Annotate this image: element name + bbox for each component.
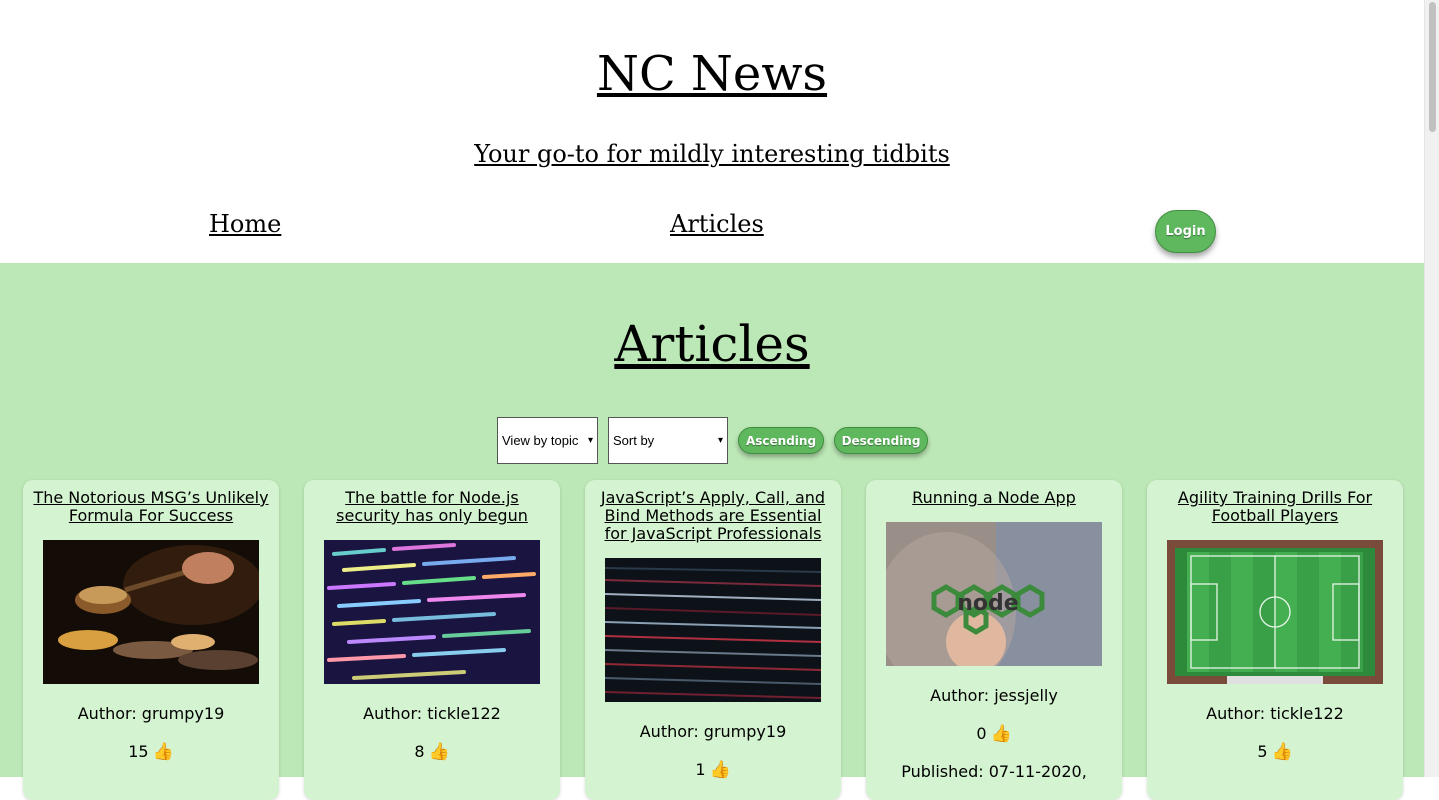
- thumbs-up-icon[interactable]: 👍: [153, 742, 174, 762]
- article-published-date: Published: 07-11-2020,: [901, 762, 1087, 781]
- code-screen-image[interactable]: [324, 540, 540, 684]
- article-votes: 15 👍: [23, 742, 279, 762]
- article-author: Author: grumpy19: [77, 704, 225, 723]
- thumbs-up-icon[interactable]: 👍: [429, 742, 450, 762]
- article-votes: 0 👍: [866, 724, 1122, 744]
- topic-select[interactable]: View by topic ▾: [497, 417, 598, 464]
- chevron-down-icon: ▾: [717, 435, 723, 446]
- login-button[interactable]: Login: [1155, 210, 1216, 253]
- ascending-button[interactable]: Ascending: [738, 427, 824, 454]
- page-title: Articles: [614, 315, 810, 373]
- article-title-link[interactable]: The battle for Node.js security has only…: [312, 489, 552, 525]
- scrollbar-thumb[interactable]: [1429, 2, 1436, 132]
- descending-button[interactable]: Descending: [834, 427, 928, 454]
- article-title-link[interactable]: JavaScript’s Apply, Call, and Bind Metho…: [593, 489, 833, 543]
- vote-count: 8: [414, 742, 425, 761]
- article-card: The Notorious MSG’s Unlikely Formula For…: [23, 480, 279, 800]
- sort-select[interactable]: Sort by ▾: [608, 417, 728, 464]
- nav-articles-link[interactable]: Articles: [670, 210, 764, 238]
- chevron-down-icon: ▾: [587, 435, 593, 446]
- site-header: NC News Your go-to for mildly interestin…: [0, 0, 1424, 263]
- svg-text:node: node: [957, 591, 1018, 616]
- article-votes: 1 👍: [585, 760, 841, 780]
- article-title-link[interactable]: Agility Training Drills For Football Pla…: [1155, 489, 1395, 525]
- article-card: Agility Training Drills For Football Pla…: [1147, 480, 1403, 800]
- football-pitch-image[interactable]: [1167, 540, 1383, 684]
- site-tagline: Your go-to for mildly interesting tidbit…: [474, 140, 950, 168]
- node-sticker-image[interactable]: node: [886, 522, 1102, 666]
- article-author: Author: tickle122: [363, 704, 501, 723]
- articles-section: Articles View by topic ▾ Sort by ▾ Ascen…: [0, 263, 1424, 800]
- cooking-image[interactable]: [43, 540, 259, 684]
- thumbs-up-icon[interactable]: 👍: [991, 724, 1012, 744]
- article-author: Author: grumpy19: [639, 722, 787, 741]
- sort-select-value: Sort by: [613, 433, 655, 448]
- article-title-link[interactable]: The Notorious MSG’s Unlikely Formula For…: [31, 489, 271, 525]
- vote-count: 15: [128, 742, 149, 761]
- article-votes: 5 👍: [1147, 742, 1403, 762]
- vote-count: 1: [695, 760, 706, 779]
- article-votes: 8 👍: [304, 742, 560, 762]
- thumbs-up-icon[interactable]: 👍: [1272, 742, 1293, 762]
- page-scrollbar[interactable]: [1424, 0, 1439, 777]
- article-card: JavaScript’s Apply, Call, and Bind Metho…: [585, 480, 841, 800]
- thumbs-up-icon[interactable]: 👍: [710, 760, 731, 780]
- vote-count: 5: [1257, 742, 1268, 761]
- article-author: Author: jessjelly: [930, 686, 1058, 705]
- article-card: The battle for Node.js security has only…: [304, 480, 560, 800]
- vote-count: 0: [976, 724, 987, 743]
- topic-select-value: View by topic: [502, 433, 579, 448]
- article-title-link[interactable]: Running a Node App: [874, 489, 1114, 507]
- site-title[interactable]: NC News: [0, 46, 1424, 102]
- nav-home-link[interactable]: Home: [209, 210, 281, 238]
- article-author: Author: tickle122: [1206, 704, 1344, 723]
- code-monitor-image[interactable]: [605, 558, 821, 702]
- article-card: Running a Node App node Author: jessjell…: [866, 480, 1122, 800]
